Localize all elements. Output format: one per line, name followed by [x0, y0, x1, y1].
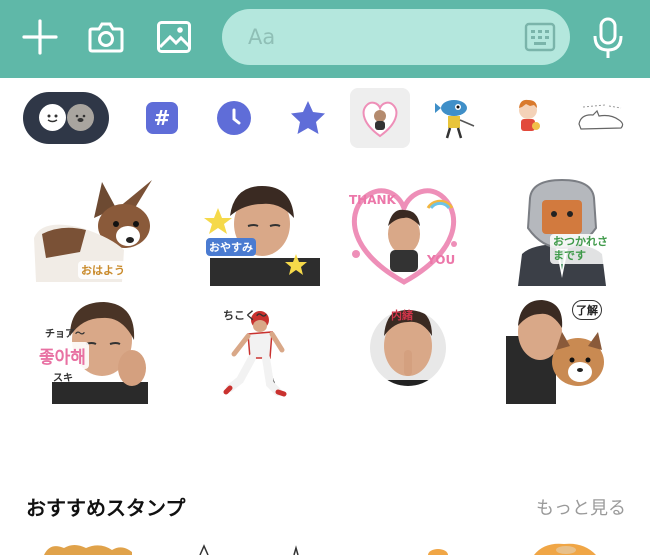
- tab-favorites[interactable]: [288, 84, 328, 152]
- sticker-caption: THANK: [349, 193, 396, 207]
- sticker-man-dog-ryokai[interactable]: 了解: [506, 296, 610, 404]
- sticker-thank-you-heart[interactable]: THANK YOU: [344, 178, 464, 286]
- tab-sticker-pack-cat[interactable]: [574, 84, 628, 152]
- recommended-sticker-peek[interactable]: [40, 540, 136, 555]
- sticker-caption: おはよう: [78, 261, 128, 279]
- tab-sticker-pack-fish[interactable]: [430, 84, 478, 152]
- camera-icon[interactable]: [86, 16, 126, 58]
- tab-emoji[interactable]: [23, 92, 109, 144]
- see-more-link[interactable]: もっと見る: [536, 494, 626, 520]
- robot-person-icon: [518, 178, 606, 286]
- message-input-placeholder: Aa: [248, 25, 276, 49]
- sticker-tab-bar: #: [0, 84, 650, 152]
- sticker-caption: スキ: [53, 373, 73, 384]
- sticker-baseball-chikoku[interactable]: ちこく〜: [200, 296, 324, 404]
- hashtag-icon: #: [146, 102, 178, 134]
- tab-hashtag[interactable]: #: [144, 84, 180, 152]
- microphone-icon[interactable]: [588, 14, 628, 62]
- message-toolbar: Aa: [0, 0, 650, 78]
- sticker-caption: YOU: [427, 253, 456, 267]
- recommended-sticker-peek[interactable]: [530, 540, 600, 555]
- fish-character-icon: [435, 100, 475, 139]
- sticker-pack-thumbnail: [362, 101, 398, 138]
- message-input[interactable]: Aa: [222, 9, 570, 65]
- sticker-caption: 了解: [572, 300, 602, 320]
- image-icon[interactable]: [154, 16, 194, 58]
- sticker-man-suki[interactable]: チョア〜 좋아해 スキ: [32, 296, 156, 404]
- sticker-caption: おつかれさまです: [550, 234, 614, 264]
- person-photo-icon: [204, 186, 320, 286]
- sticker-caption: 内緒: [391, 309, 413, 322]
- tab-sticker-pack-selected[interactable]: [350, 88, 410, 148]
- sticker-caption: おやすみ: [206, 238, 256, 256]
- recommended-sticker-peek[interactable]: [286, 540, 306, 556]
- star-icon: [291, 101, 325, 134]
- sticker-caption: チョア〜: [45, 329, 85, 340]
- smiley-icon: [39, 104, 66, 131]
- tab-sticker-pack-character[interactable]: [504, 84, 552, 152]
- sticker-robot-otsukare[interactable]: おつかれさまです: [512, 178, 614, 286]
- sticker-caption: 좋아해: [36, 342, 89, 369]
- clock-icon: [217, 101, 251, 135]
- recommended-sticker-peek[interactable]: [194, 540, 214, 556]
- plus-icon[interactable]: [20, 16, 60, 58]
- bear-icon: [67, 104, 94, 131]
- sticker-caption: ちこく〜: [223, 309, 267, 322]
- character-icon: [519, 99, 540, 131]
- tab-recent[interactable]: [216, 84, 252, 152]
- sticker-man-oyasumi[interactable]: おやすみ: [200, 178, 324, 286]
- recommended-stickers-title: おすすめスタンプ: [26, 496, 186, 520]
- cat-doodle-icon: [578, 104, 624, 130]
- sticker-dog-ohayou[interactable]: おはよう: [32, 178, 156, 286]
- recommended-sticker-peek[interactable]: [426, 540, 450, 559]
- sticker-man-naisho[interactable]: 内緒: [368, 296, 448, 404]
- keyboard-icon[interactable]: [524, 21, 556, 53]
